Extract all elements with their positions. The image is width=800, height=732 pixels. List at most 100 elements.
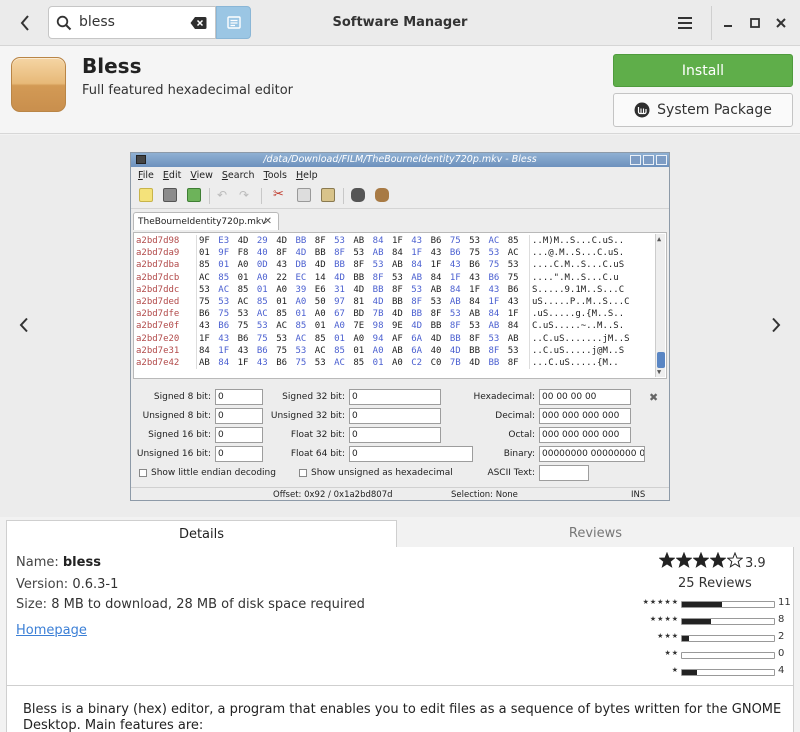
hex-row: 9F E3 4D 29 4D BB 8F 53 AB 84 1F 43 B6 75 53 AC 85	[199, 235, 528, 247]
unsigned16-label: Unsigned 16 bit:	[136, 449, 211, 459]
hex-byte: 8F	[411, 297, 423, 308]
close-button[interactable]	[771, 13, 791, 33]
tab-reviews[interactable]: Reviews	[397, 520, 794, 548]
search-input[interactable]: bless	[48, 6, 216, 39]
version-row: Version: 0.6.3-1	[16, 577, 118, 592]
open-file-icon	[163, 188, 177, 202]
hex-byte: BB	[449, 333, 461, 344]
maximize-button[interactable]	[745, 13, 765, 33]
hex-byte: BB	[430, 321, 442, 332]
next-screenshot-button[interactable]	[766, 313, 786, 337]
hex-byte: 75	[237, 321, 249, 332]
hex-byte: AC	[295, 333, 307, 344]
details-panel: Name: bless Version: 0.6.3-1 Size: 8 MB …	[6, 547, 794, 685]
hex-byte: 8F	[353, 260, 365, 271]
maximize-icon	[750, 18, 760, 28]
close-icon	[776, 18, 786, 28]
chevron-left-icon	[19, 317, 28, 333]
bless-app-icon	[11, 57, 66, 112]
menu-tools: Tools	[263, 169, 287, 181]
hex-byte: BB	[391, 297, 403, 308]
hex-byte: 1F	[488, 297, 500, 308]
ascii-row: ....".M..S...C.u	[532, 272, 619, 283]
hex-byte: AB	[353, 236, 365, 246]
hex-ascii: ..M)M..S...C.uS.. ...@.M..S...C.uS. ....C.…	[529, 235, 653, 370]
histogram-stars: ★★★★★	[642, 598, 679, 606]
converter-close-icon: ✖	[649, 391, 659, 404]
hex-byte: 8F	[276, 248, 288, 259]
hex-offset: a2bd7dfe	[136, 309, 180, 320]
install-button[interactable]: Install	[613, 54, 793, 87]
hex-byte: 4D	[449, 345, 461, 356]
back-button[interactable]	[10, 8, 40, 38]
hex-byte: 01	[314, 321, 326, 332]
hex-byte: 53	[314, 358, 326, 369]
hex-offset: a2bd7e31	[136, 345, 180, 356]
hex-byte: F8	[237, 248, 249, 259]
ascii-row: S.....9.1M..S...C	[532, 284, 625, 295]
screenshot-titlebar: /data/Download/FILM/TheBourneIdentity720…	[131, 153, 669, 167]
app-name: Bless	[82, 54, 142, 78]
hex-byte: 01	[237, 272, 249, 283]
hex-byte: 43	[256, 358, 268, 369]
hex-byte: 01	[334, 333, 345, 344]
hex-bytes: 9F E3 4D 29 4D BB 8F 53 AB 84 1F 43 B6 75 53 AC 85 01 9F F8…	[196, 235, 528, 370]
hex-byte: 8F	[314, 236, 326, 246]
screenshot-carousel: /data/Download/FILM/TheBourneIdentity720…	[0, 135, 800, 517]
status-mode: INS	[631, 490, 646, 500]
hex-row: 43 B6 75 53 AC 85 01 A0 7E 98 9E 4D BB 8F 53 AB 84	[199, 320, 528, 332]
hex-byte: 84	[507, 321, 519, 332]
screenshot-tab-label: TheBourneIdentity720p.mkv	[138, 217, 267, 227]
hex-byte: 84	[391, 248, 403, 259]
search-icon	[56, 15, 72, 31]
little-endian-label: Show little endian decoding	[151, 468, 276, 478]
unsigned32-label: Unsigned 32 bit:	[270, 411, 345, 421]
hamburger-menu-button[interactable]	[670, 8, 700, 38]
minimize-button[interactable]	[718, 13, 738, 33]
hex-byte: 4D	[372, 297, 384, 308]
name-label: Name:	[16, 555, 59, 570]
hex-byte: 1F	[449, 272, 461, 283]
chevron-left-icon	[20, 15, 29, 31]
hex-byte: 43	[199, 321, 210, 332]
hex-byte: BB	[488, 358, 500, 369]
histogram-stars: ★	[671, 666, 679, 674]
mint-logo-icon	[634, 102, 650, 118]
hex-byte: BB	[372, 284, 384, 295]
clear-search-icon[interactable]	[190, 16, 207, 30]
hex-byte: 43	[449, 260, 461, 271]
hex-byte: BB	[295, 236, 307, 246]
cut-icon: ✂	[273, 187, 284, 202]
hex-byte: A0	[372, 345, 384, 356]
previous-screenshot-button[interactable]	[14, 313, 34, 337]
screenshot-title: /data/Download/FILM/TheBourneIdentity720…	[263, 154, 537, 165]
system-package-button[interactable]: System Package	[613, 93, 793, 127]
hex-byte: 8F	[488, 345, 500, 356]
hex-byte: 1F	[411, 248, 423, 259]
hex-byte: 97	[334, 297, 345, 308]
histogram-count: 0	[778, 648, 785, 659]
search-filter-toggle[interactable]	[216, 6, 251, 39]
hex-byte: C0	[430, 358, 442, 369]
hex-byte: B6	[469, 260, 480, 271]
hex-byte: 8F	[507, 358, 519, 369]
star-icon	[710, 552, 726, 568]
star-icon	[693, 552, 709, 568]
ascii-text-label: ASCII Text:	[487, 468, 535, 478]
homepage-link[interactable]: Homepage	[16, 623, 87, 638]
tab-details[interactable]: Details	[6, 520, 397, 548]
hex-byte: 75	[507, 272, 519, 283]
hex-byte: AC	[256, 309, 268, 320]
histogram-row: ★★ 0	[639, 648, 791, 662]
binary-field: 00000000 00000000 00	[539, 446, 645, 462]
hex-byte: AC	[334, 358, 345, 369]
hex-byte: 4D	[430, 333, 442, 344]
hex-byte: 98	[372, 321, 384, 332]
histogram-row: ★★★ 2	[639, 631, 791, 645]
hex-byte: 85	[295, 321, 307, 332]
size-label: Size:	[16, 597, 48, 612]
signed32-label: Signed 32 bit:	[282, 392, 345, 402]
checkbox-box	[139, 469, 147, 477]
histogram-row: ★ 4	[639, 665, 791, 679]
status-selection: Selection: None	[451, 490, 518, 500]
